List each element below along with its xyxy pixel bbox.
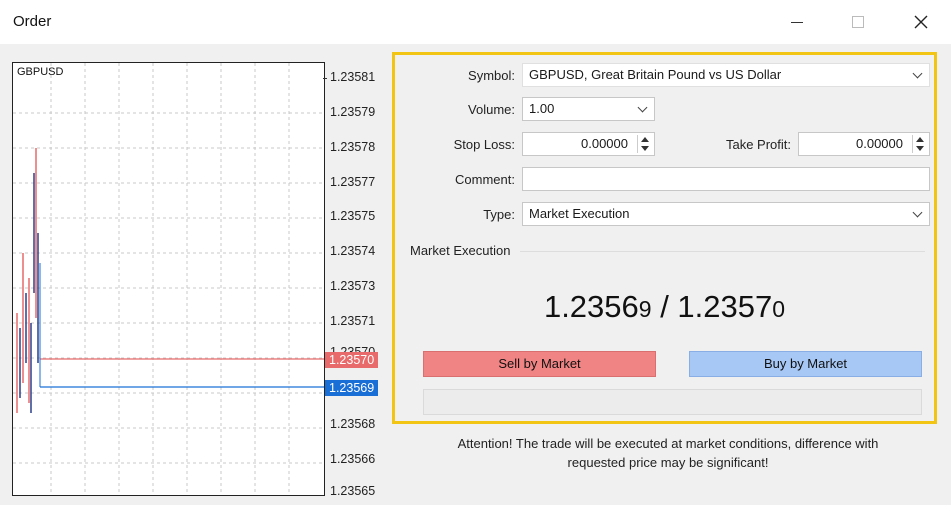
- stop-loss-input[interactable]: 0.00000: [522, 132, 655, 156]
- close-icon: [914, 15, 928, 29]
- price-quote: 1.23569 / 1.23570: [395, 289, 934, 325]
- price-tick: 1.23568: [330, 417, 376, 431]
- price-tick: 1.23578: [330, 140, 376, 154]
- volume-select[interactable]: 1.00: [522, 97, 655, 121]
- bid-price-main: 1.2356: [543, 289, 639, 324]
- chart-grid: [13, 63, 324, 495]
- bid-price-last-digit: 9: [638, 296, 652, 322]
- stop-loss-value: 0.00000: [581, 136, 628, 151]
- group-title: Market Execution: [410, 243, 511, 258]
- chevron-down-icon: [637, 102, 648, 113]
- price-chart[interactable]: GBPUSD 1.23581 1.23579 1.23578 1.23577 1…: [12, 62, 390, 500]
- chevron-down-icon: [912, 68, 923, 79]
- bid-price-tag: 1.23569: [325, 380, 379, 396]
- attention-message: Attention! The trade will be executed at…: [399, 434, 937, 472]
- volume-label: Volume:: [468, 102, 515, 117]
- stop-loss-label: Stop Loss:: [453, 137, 515, 152]
- comment-label: Comment:: [455, 172, 515, 187]
- take-profit-label: Take Profit:: [725, 137, 791, 152]
- ask-price-last-digit: 0: [772, 296, 786, 322]
- type-value: Market Execution: [529, 206, 630, 221]
- type-select[interactable]: Market Execution: [522, 202, 930, 226]
- status-bar: [423, 389, 922, 415]
- attention-line-1: Attention! The trade will be executed at…: [457, 436, 879, 451]
- spin-up-icon: [641, 137, 649, 142]
- symbol-label: Symbol:: [468, 68, 515, 83]
- chart-plot-area: GBPUSD: [12, 62, 325, 496]
- buy-by-market-button[interactable]: Buy by Market: [689, 351, 922, 377]
- order-panel: Symbol: GBPUSD, Great Britain Pound vs U…: [392, 52, 937, 424]
- spin-up-icon: [916, 137, 924, 142]
- comment-input[interactable]: [522, 167, 930, 191]
- take-profit-value: 0.00000: [856, 136, 903, 151]
- chart-symbol-label: GBPUSD: [17, 66, 64, 78]
- stop-loss-stepper[interactable]: [637, 135, 652, 153]
- maximize-button[interactable]: [843, 10, 873, 34]
- ask-price-tag: 1.23570: [325, 352, 379, 368]
- price-tick: 1.23574: [330, 244, 376, 258]
- axis-tickmark: [323, 78, 327, 79]
- maximize-icon: [852, 16, 864, 28]
- symbol-value: GBPUSD, Great Britain Pound vs US Dollar: [529, 67, 782, 82]
- type-label: Type:: [483, 207, 515, 222]
- price-tick: 1.23571: [330, 314, 376, 328]
- chevron-down-icon: [912, 207, 923, 218]
- price-tick: 1.23566: [330, 452, 376, 466]
- quote-separator: /: [651, 289, 678, 324]
- price-tick: 1.23565: [330, 484, 376, 498]
- price-tick: 1.23573: [330, 279, 376, 293]
- sell-by-market-button[interactable]: Sell by Market: [423, 351, 656, 377]
- price-tick: 1.23581: [330, 70, 376, 84]
- price-tick: 1.23579: [330, 105, 376, 119]
- minimize-icon: [791, 22, 803, 23]
- price-tick: 1.23575: [330, 209, 376, 223]
- group-divider: [520, 251, 925, 252]
- ask-price-main: 1.2357: [677, 289, 773, 324]
- spin-down-icon: [641, 146, 649, 151]
- symbol-select[interactable]: GBPUSD, Great Britain Pound vs US Dollar: [522, 63, 930, 87]
- minimize-button[interactable]: [782, 10, 812, 34]
- attention-line-2: requested price may be significant!: [567, 455, 769, 470]
- take-profit-input[interactable]: 0.00000: [798, 132, 930, 156]
- take-profit-stepper[interactable]: [912, 135, 927, 153]
- window-title: Order: [13, 13, 52, 30]
- close-button[interactable]: [906, 10, 936, 34]
- spin-down-icon: [916, 146, 924, 151]
- title-bar: Order: [0, 0, 951, 44]
- volume-value: 1.00: [529, 101, 555, 116]
- price-tick: 1.23577: [330, 175, 376, 189]
